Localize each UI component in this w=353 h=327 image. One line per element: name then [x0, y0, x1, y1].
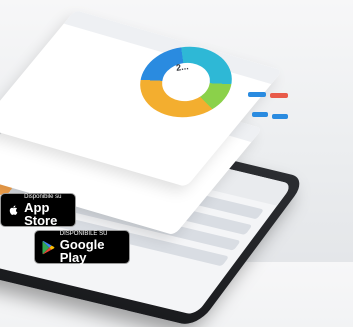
google-play-icon [42, 241, 55, 255]
badge-big-text: App Store [24, 199, 58, 228]
app-store-badge[interactable]: Disponibile su App Store [0, 193, 76, 227]
legend-bar-blue [248, 92, 266, 97]
apple-icon [9, 205, 18, 215]
badge-small-text: Disponibile su [24, 193, 62, 200]
badge-big-text: Google Play [59, 236, 105, 265]
legend-bar-blue-3 [272, 114, 288, 119]
legend-bar-red [270, 93, 288, 98]
donut-center-value: 2... [175, 61, 190, 73]
google-play-badge[interactable]: DISPONIBILE SU Google Play [34, 230, 130, 264]
legend-bar-blue-2 [252, 112, 268, 117]
badge-small-text: DISPONIBILE SU [59, 230, 108, 237]
